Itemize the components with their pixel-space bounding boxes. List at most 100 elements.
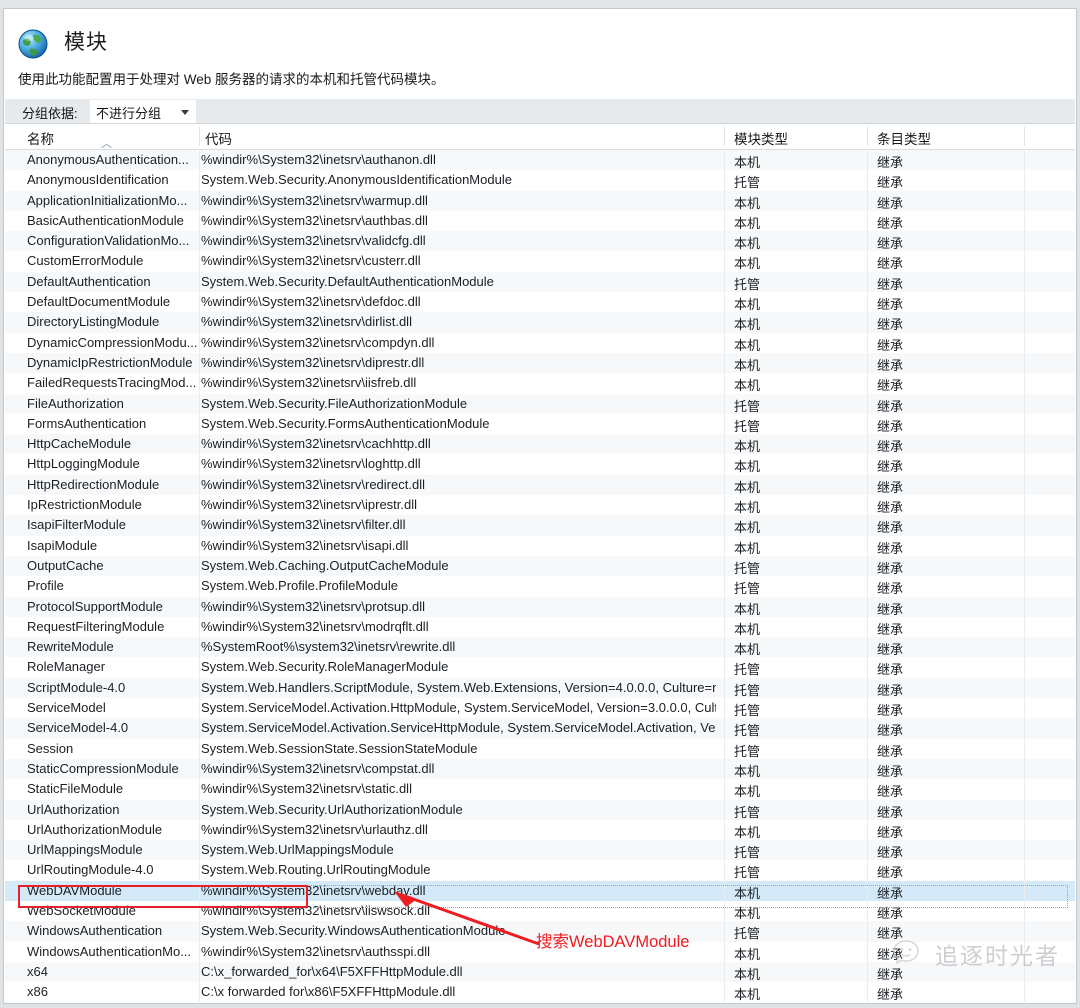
table-row[interactable]: IsapiFilterModule%windir%\System32\inets… (5, 515, 1075, 535)
column-header-entry-type[interactable]: 条目类型 (877, 128, 931, 148)
cell-entry-type: 继承 (877, 558, 1017, 577)
table-row[interactable]: x86C:\x forwarded for\x86\F5XFFHttpModul… (5, 982, 1075, 1002)
table-row[interactable]: HttpCacheModule%windir%\System32\inetsrv… (5, 434, 1075, 454)
column-header-code[interactable]: 代码 (205, 128, 232, 148)
column-divider[interactable] (867, 127, 868, 146)
cell-module-type: 本机 (734, 213, 859, 232)
cell-module-type: 托管 (734, 659, 859, 678)
cell-module-type: 本机 (734, 477, 859, 496)
cell-entry-type: 继承 (877, 741, 1017, 760)
cell-module-code: System.Web.Security.DefaultAuthenticatio… (201, 274, 716, 289)
cell-module-name: RewriteModule (27, 639, 197, 654)
cell-module-type: 本机 (734, 984, 859, 1002)
table-row[interactable]: ServiceModel-4.0System.ServiceModel.Acti… (5, 718, 1075, 738)
table-row[interactable]: RewriteModule%SystemRoot%\system32\inets… (5, 637, 1075, 657)
cell-module-code: System.ServiceModel.Activation.ServiceHt… (201, 720, 716, 735)
cell-module-type: 托管 (734, 923, 859, 942)
table-row[interactable]: UrlAuthorizationSystem.Web.Security.UrlA… (5, 800, 1075, 820)
cell-entry-type: 继承 (877, 314, 1017, 333)
cell-entry-type: 继承 (877, 680, 1017, 699)
column-header-module-type[interactable]: 模块类型 (734, 128, 788, 148)
table-row[interactable]: RoleManagerSystem.Web.Security.RoleManag… (5, 657, 1075, 677)
cell-module-code: %windir%\System32\inetsrv\filter.dll (201, 517, 716, 532)
table-row[interactable]: RequestFilteringModule%windir%\System32\… (5, 617, 1075, 637)
cell-module-code: %windir%\System32\inetsrv\diprestr.dll (201, 355, 716, 370)
cell-module-name: ServiceModel (27, 700, 197, 715)
table-row[interactable]: IpRestrictionModule%windir%\System32\ine… (5, 495, 1075, 515)
cell-module-code: %windir%\System32\inetsrv\modrqflt.dll (201, 619, 716, 634)
table-row[interactable]: FileAuthorizationSystem.Web.Security.Fil… (5, 394, 1075, 414)
table-row[interactable]: AnonymousIdentificationSystem.Web.Securi… (5, 170, 1075, 190)
cell-entry-type: 继承 (877, 375, 1017, 394)
cell-module-type: 本机 (734, 253, 859, 272)
cell-module-name: x86 (27, 984, 197, 999)
table-row[interactable]: DefaultAuthenticationSystem.Web.Security… (5, 272, 1075, 292)
cell-module-code: %windir%\System32\inetsrv\isapi.dll (201, 538, 716, 553)
cell-module-type: 托管 (734, 680, 859, 699)
cell-module-type: 本机 (734, 193, 859, 212)
table-row[interactable]: BasicAuthenticationModule%windir%\System… (5, 211, 1075, 231)
cell-module-code: %windir%\System32\inetsrv\cachhttp.dll (201, 436, 716, 451)
table-row[interactable]: ProfileSystem.Web.Profile.ProfileModule托… (5, 576, 1075, 596)
cell-entry-type: 继承 (877, 822, 1017, 841)
cell-entry-type: 继承 (877, 335, 1017, 354)
table-row[interactable]: StaticCompressionModule%windir%\System32… (5, 759, 1075, 779)
cell-entry-type: 继承 (877, 355, 1017, 374)
sort-ascending-icon: ︿ (101, 140, 112, 148)
table-row[interactable]: SessionSystem.Web.SessionState.SessionSt… (5, 739, 1075, 759)
group-by-value: 不进行分组 (96, 103, 161, 122)
column-divider[interactable] (1024, 127, 1025, 146)
cell-module-type: 托管 (734, 172, 859, 191)
table-row[interactable]: ApplicationInitializationMo...%windir%\S… (5, 191, 1075, 211)
cell-module-name: CustomErrorModule (27, 253, 197, 268)
table-row[interactable]: FailedRequestsTracingMod...%windir%\Syst… (5, 373, 1075, 393)
column-divider[interactable] (199, 127, 200, 146)
table-row[interactable]: IsapiModule%windir%\System32\inetsrv\isa… (5, 536, 1075, 556)
column-divider[interactable] (724, 127, 725, 146)
table-row[interactable]: DynamicCompressionModu...%windir%\System… (5, 333, 1075, 353)
table-row[interactable]: UrlMappingsModuleSystem.Web.UrlMappingsM… (5, 840, 1075, 860)
table-row[interactable]: StaticFileModule%windir%\System32\inetsr… (5, 779, 1075, 799)
table-row[interactable]: HttpLoggingModule%windir%\System32\inets… (5, 454, 1075, 474)
column-header-name[interactable]: 名称 (27, 128, 54, 148)
group-by-dropdown[interactable]: 不进行分组 (90, 100, 196, 123)
table-row[interactable]: AnonymousAuthentication...%windir%\Syste… (5, 150, 1075, 170)
annotation-callout-text: 搜索WebDAVModule (536, 928, 689, 952)
table-row[interactable]: UrlAuthorizationModule%windir%\System32\… (5, 820, 1075, 840)
cell-entry-type: 继承 (877, 253, 1017, 272)
cell-module-code: System.Web.UrlMappingsModule (201, 842, 716, 857)
cell-entry-type: 继承 (877, 639, 1017, 658)
cell-module-type: 托管 (734, 416, 859, 435)
table-row[interactable]: ProtocolSupportModule%windir%\System32\i… (5, 597, 1075, 617)
cell-module-type: 本机 (734, 355, 859, 374)
table-row[interactable]: DynamicIpRestrictionModule%windir%\Syste… (5, 353, 1075, 373)
table-row[interactable]: ServiceModelSystem.ServiceModel.Activati… (5, 698, 1075, 718)
cell-module-type: 本机 (734, 639, 859, 658)
cell-module-type: 本机 (734, 436, 859, 455)
cell-module-type: 本机 (734, 335, 859, 354)
cell-module-name: WindowsAuthenticationMo... (27, 944, 197, 959)
table-row[interactable]: FormsAuthenticationSystem.Web.Security.F… (5, 414, 1075, 434)
cell-module-code: System.Web.Profile.ProfileModule (201, 578, 716, 593)
cell-entry-type: 继承 (877, 761, 1017, 780)
table-row[interactable]: HttpRedirectionModule%windir%\System32\i… (5, 475, 1075, 495)
cell-module-code: %windir%\System32\inetsrv\iprestr.dll (201, 497, 716, 512)
cell-module-type: 本机 (734, 619, 859, 638)
table-row[interactable]: UrlRoutingModule-4.0System.Web.Routing.U… (5, 860, 1075, 880)
table-row[interactable]: OutputCacheSystem.Web.Caching.OutputCach… (5, 556, 1075, 576)
cell-module-name: DynamicCompressionModu... (27, 335, 197, 350)
table-row[interactable]: DirectoryListingModule%windir%\System32\… (5, 312, 1075, 332)
cell-module-code: System.Web.Caching.OutputCacheModule (201, 558, 716, 573)
table-row[interactable]: CustomErrorModule %windir%\System32\inets… (5, 251, 1075, 271)
cell-module-name: RoleManager (27, 659, 197, 674)
annotation-highlight-box (18, 885, 308, 908)
cell-entry-type: 继承 (877, 862, 1017, 881)
cell-module-name: ScriptModule-4.0 (27, 680, 197, 695)
cell-entry-type: 继承 (877, 842, 1017, 861)
cell-module-type: 托管 (734, 720, 859, 739)
cell-entry-type: 继承 (877, 456, 1017, 475)
table-row[interactable]: DefaultDocumentModule%windir%\System32\i… (5, 292, 1075, 312)
cell-module-code: %windir%\System32\inetsrv\custerr.dll (201, 253, 716, 268)
table-row[interactable]: ScriptModule-4.0System.Web.Handlers.Scri… (5, 678, 1075, 698)
table-row[interactable]: ConfigurationValidationMo...%windir%\Sys… (5, 231, 1075, 251)
